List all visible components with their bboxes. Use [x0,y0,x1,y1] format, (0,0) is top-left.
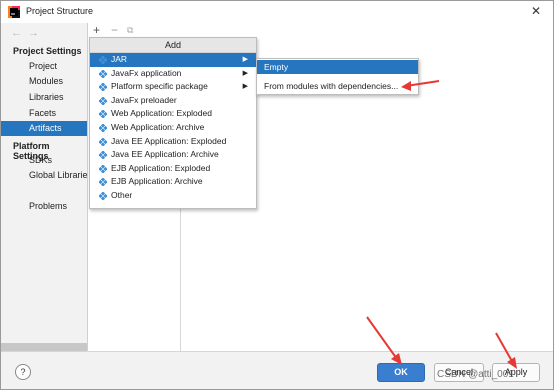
jar-submenu: Empty From modules with dependencies... [256,58,419,95]
add-button[interactable]: + [93,23,100,37]
popup-item[interactable]: EJB Application: Exploded [90,162,256,176]
submenu-item-from-modules[interactable]: From modules with dependencies... [257,79,418,93]
popup-header: Add [90,38,256,53]
popup-item-label: EJB Application: Archive [111,176,203,187]
section-heading-project-settings: Project Settings [13,46,82,56]
artifact-diamond-icon [99,164,107,173]
back-arrow-icon[interactable]: ← [11,27,28,39]
popup-item[interactable]: JavaFx preloader [90,94,256,108]
popup-item-label: Web Application: Archive [111,121,205,132]
artifact-diamond-icon [99,123,107,132]
submenu-arrow-icon: ▶ [242,69,248,77]
window-title: Project Structure [26,6,94,16]
sidebar-scrollbar[interactable] [1,343,87,351]
popup-item[interactable]: Web Application: Archive [90,121,256,135]
remove-button[interactable]: − [111,23,118,37]
help-button[interactable]: ? [15,364,31,380]
project-structure-dialog: Project Structure ✕ ←→ Project Settings … [0,0,554,390]
popup-item-label: JavaFx application [111,67,182,78]
submenu-arrow-icon: ▶ [242,83,248,91]
popup-item-label: Other [111,189,133,200]
popup-item[interactable]: EJB Application: Archive [90,175,256,189]
artifact-diamond-icon [99,110,107,119]
add-popup-menu: Add JAR ▶ JavaFx application ▶ Platform spec… [89,37,257,209]
submenu-item-empty[interactable]: Empty [257,60,418,74]
popup-item-label: Java EE Application: Exploded [111,135,227,146]
sidebar-item-project[interactable]: Project [1,59,87,74]
sidebar-item-global-libraries[interactable]: Global Libraries [1,168,87,183]
artifact-diamond-icon [99,191,107,200]
artifact-diamond-icon [99,69,107,78]
sidebar-item-sdks[interactable]: SDKs [1,153,87,168]
sidebar-item-facets[interactable]: Facets [1,106,87,121]
popup-item-label: Java EE Application: Archive [111,149,219,160]
watermark: CSDN @atti_001 [437,369,514,380]
popup-item[interactable]: Java EE Application: Exploded [90,135,256,149]
ok-button[interactable]: OK [377,363,425,382]
sidebar-item-libraries[interactable]: Libraries [1,90,87,105]
artifact-diamond-icon [99,137,107,146]
popup-item-label: Web Application: Exploded [111,108,212,119]
sidebar-item-artifacts[interactable]: Artifacts [1,121,87,136]
nav-arrows: ←→ [11,27,45,39]
title-bar: Project Structure ✕ [1,1,553,23]
popup-item[interactable]: JavaFx application ▶ [90,67,256,81]
popup-item[interactable]: Other [90,189,256,203]
artifact-diamond-icon [99,83,107,92]
popup-item[interactable]: Platform specific package ▶ [90,80,256,94]
popup-item[interactable]: Web Application: Exploded [90,107,256,121]
submenu-arrow-icon: ▶ [242,56,248,63]
artifact-diamond-icon [99,151,107,160]
sidebar-item-modules[interactable]: Modules [1,74,87,89]
sidebar: ←→ Project Settings Project Modules Libr… [1,23,88,351]
popup-item-label: EJB Application: Exploded [111,162,211,173]
artifact-diamond-icon [99,56,107,64]
forward-arrow-icon[interactable]: → [28,27,45,39]
close-icon[interactable]: ✕ [531,4,541,18]
popup-item-label: Platform specific package [111,81,208,92]
popup-item[interactable]: Java EE Application: Archive [90,148,256,162]
popup-item-label: JAR [111,54,128,64]
popup-item[interactable]: JAR ▶ [90,53,256,67]
artifact-diamond-icon [99,178,107,187]
sidebar-item-problems[interactable]: Problems [1,199,87,214]
copy-icon[interactable]: ⧉ [127,25,133,36]
artifacts-toolbar: + − ⧉ [89,23,181,37]
artifact-diamond-icon [99,96,107,105]
popup-item-label: JavaFx preloader [111,94,177,105]
intellij-app-icon [8,6,20,18]
